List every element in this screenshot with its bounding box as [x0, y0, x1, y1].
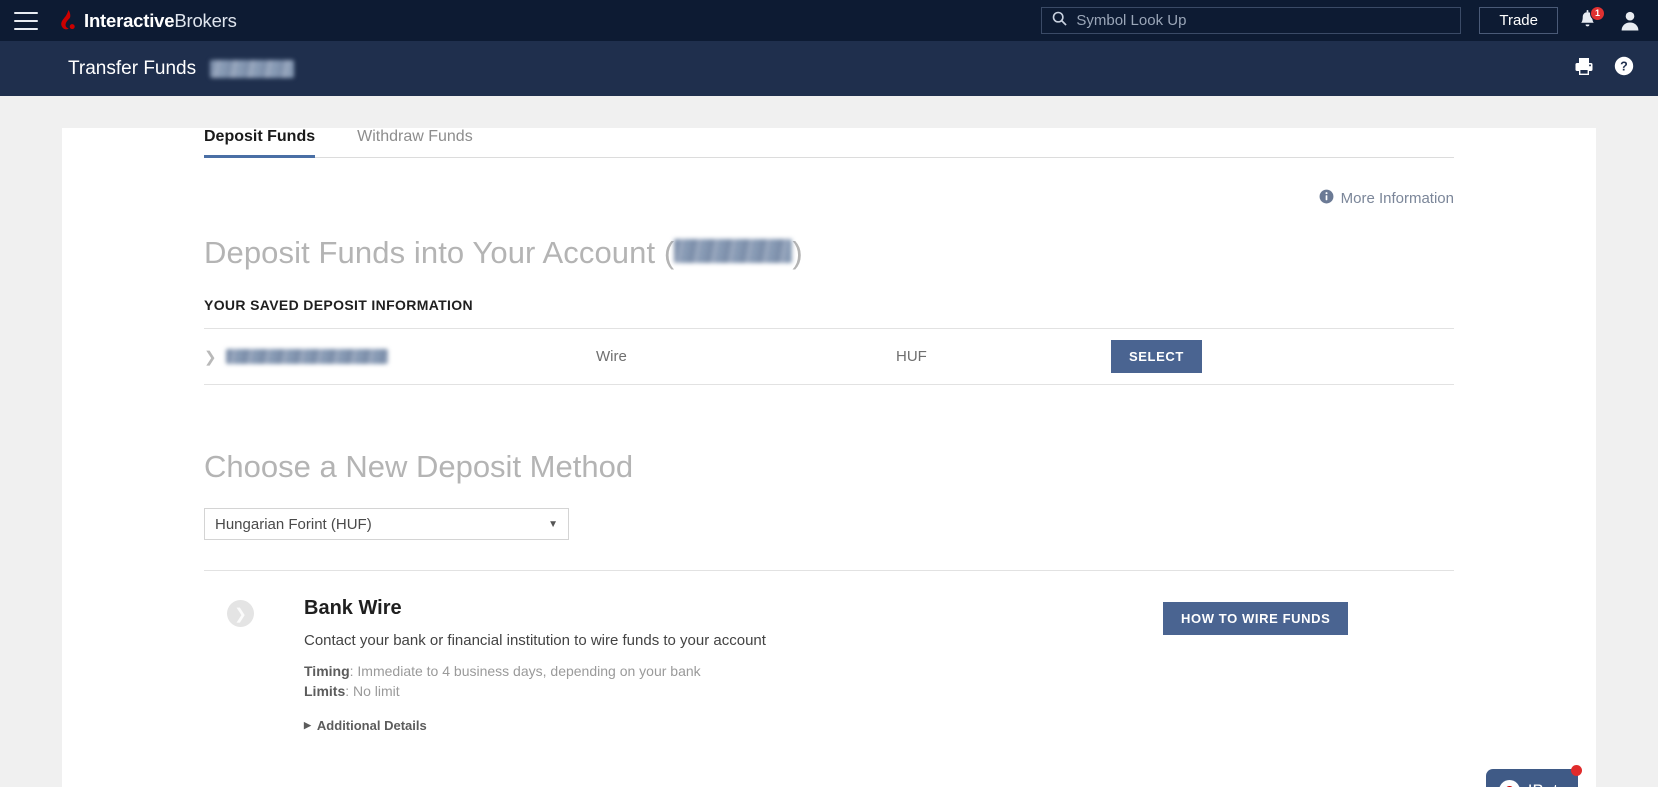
user-avatar-icon[interactable]: [1620, 10, 1640, 32]
saved-currency-cell: HUF: [896, 348, 1111, 365]
additional-details-toggle[interactable]: ▶ Additional Details: [304, 718, 1154, 733]
method-limits-label: Limits: [304, 683, 345, 699]
method-icon-column: ❯: [204, 597, 304, 733]
method-details: Bank Wire Contact your bank or financial…: [304, 597, 1154, 733]
search-input[interactable]: [1076, 12, 1450, 29]
brand-name-bold: Interactive: [84, 10, 174, 31]
triangle-right-icon: ▶: [304, 720, 311, 731]
saved-deposit-table: ❯ Wire HUF SELECT: [204, 328, 1454, 385]
info-icon: [1319, 189, 1334, 208]
ibot-icon: [1499, 780, 1520, 787]
deposit-method-bank-wire: ❯ Bank Wire Contact your bank or financi…: [204, 571, 1454, 733]
method-limits: Limits: No limit: [304, 683, 1154, 699]
notification-count-badge: 1: [1590, 6, 1605, 21]
method-title: Bank Wire: [304, 597, 1154, 620]
page-header-bar: Transfer Funds ?: [0, 41, 1658, 96]
card-inner: Deposit Funds Withdraw Funds More Inform…: [62, 128, 1596, 733]
svg-text:?: ?: [1620, 60, 1628, 74]
page-content-area: Deposit Funds Withdraw Funds More Inform…: [0, 96, 1658, 787]
method-timing-value: : Immediate to 4 business days, dependin…: [350, 663, 701, 679]
notifications-button[interactable]: 1: [1578, 10, 1598, 32]
tab-withdraw-funds[interactable]: Withdraw Funds: [357, 128, 473, 157]
currency-select-value: Hungarian Forint (HUF): [215, 516, 548, 533]
interactive-brokers-mark-icon: [60, 10, 77, 32]
account-id-redacted: [210, 60, 294, 78]
funds-tabs: Deposit Funds Withdraw Funds: [204, 128, 1454, 158]
transfer-funds-card: Deposit Funds Withdraw Funds More Inform…: [62, 128, 1596, 787]
choose-method-heading: Choose a New Deposit Method: [204, 449, 1454, 485]
how-to-wire-funds-button[interactable]: HOW TO WIRE FUNDS: [1163, 602, 1348, 635]
method-action-column: HOW TO WIRE FUNDS: [1154, 597, 1454, 733]
saved-action-cell: SELECT: [1111, 340, 1454, 373]
chevron-down-icon: ▼: [548, 519, 558, 530]
brand-name-light: Brokers: [174, 10, 236, 31]
method-timing: Timing: Immediate to 4 business days, de…: [304, 663, 1154, 679]
page-header-actions: ?: [1574, 56, 1634, 81]
chevron-right-circle-icon[interactable]: ❯: [227, 600, 254, 627]
table-row: ❯ Wire HUF SELECT: [204, 329, 1454, 385]
method-description: Contact your bank or financial instituti…: [304, 632, 1154, 649]
tab-deposit-funds[interactable]: Deposit Funds: [204, 128, 315, 157]
saved-bank-name-redacted: [226, 349, 388, 364]
method-limits-value: : No limit: [345, 683, 399, 699]
deposit-heading-suffix: ): [792, 235, 802, 271]
help-icon[interactable]: ?: [1614, 56, 1634, 81]
row-expand-chevron-right-icon[interactable]: ❯: [204, 348, 226, 366]
more-information-label: More Information: [1341, 190, 1454, 207]
search-icon: [1052, 11, 1067, 31]
top-navigation-bar: InteractiveBrokers Trade 1: [0, 0, 1658, 41]
print-icon[interactable]: [1574, 57, 1594, 81]
brand-name: InteractiveBrokers: [84, 10, 237, 32]
deposit-heading: Deposit Funds into Your Account ( ): [204, 235, 1454, 271]
additional-details-label: Additional Details: [317, 718, 427, 733]
saved-bank-name-cell: [226, 348, 596, 366]
saved-deposit-section-label: YOUR SAVED DEPOSIT INFORMATION: [204, 297, 1454, 313]
saved-method-cell: Wire: [596, 348, 896, 365]
symbol-search-box[interactable]: [1041, 7, 1461, 34]
method-timing-label: Timing: [304, 663, 350, 679]
brand-logo[interactable]: InteractiveBrokers: [60, 10, 237, 32]
trade-button[interactable]: Trade: [1479, 7, 1558, 34]
deposit-heading-prefix: Deposit Funds into Your Account (: [204, 235, 674, 271]
ibot-chat-widget[interactable]: IBot: [1486, 769, 1578, 787]
select-button[interactable]: SELECT: [1111, 340, 1202, 373]
deposit-heading-account-redacted: [674, 239, 792, 263]
hamburger-menu-icon[interactable]: [14, 12, 38, 30]
currency-select[interactable]: Hungarian Forint (HUF) ▼: [204, 508, 569, 540]
more-information-link[interactable]: More Information: [204, 189, 1454, 208]
page-title: Transfer Funds: [68, 58, 196, 80]
top-nav-right-group: Trade 1: [1041, 0, 1644, 41]
ibot-label: IBot: [1528, 781, 1558, 787]
ibot-alert-dot: [1571, 765, 1582, 776]
